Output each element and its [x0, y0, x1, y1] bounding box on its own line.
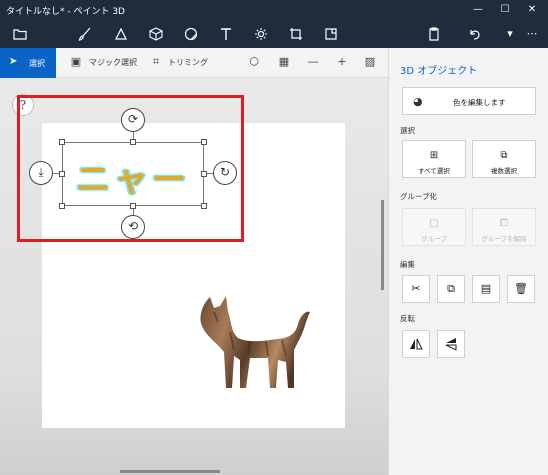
3d-shapes-icon[interactable]: [147, 25, 165, 43]
multi-select-icon: ⧉: [500, 150, 508, 161]
resize-handle[interactable]: [201, 171, 207, 177]
ungroup-label: グループを解除: [481, 235, 527, 243]
select-all-button[interactable]: ⊞ すべて選択: [402, 140, 466, 178]
cursor-icon: ➤: [9, 56, 18, 67]
selection-toolbar: ➤ 選択 ▣ マジック選択 ⌗ トリミング ⬡ ▦ — + ▨: [0, 48, 388, 78]
text-icon[interactable]: [217, 25, 235, 43]
canvas-icon[interactable]: [287, 25, 305, 43]
image-zoom-icon[interactable]: ▨: [363, 55, 377, 69]
crop-button[interactable]: トリミング: [168, 57, 208, 68]
resize-handle[interactable]: [130, 203, 136, 209]
horizontal-scrollbar[interactable]: [120, 470, 220, 473]
3d-view-icon[interactable]: ⬡: [247, 55, 261, 69]
select-label: 選択: [29, 59, 45, 68]
section-select-label: 選択: [400, 126, 415, 135]
undo-icon[interactable]: [466, 25, 484, 43]
brushes-icon[interactable]: [76, 25, 94, 43]
paste-button[interactable]: ▤: [472, 275, 500, 303]
section-group-label: グループ化: [400, 192, 438, 201]
ungroup-button[interactable]: ⧠ グループを解除: [472, 208, 536, 246]
panel-title: 3D オブジェクト: [400, 66, 478, 77]
section-edit-label: 編集: [400, 260, 415, 269]
multi-select-label: 複数選択: [491, 167, 517, 175]
rotate-x-icon[interactable]: ⟲: [121, 215, 145, 239]
title-bar: タイトルなし* - ペイント 3D — ☐ ✕: [0, 0, 548, 20]
window-title: タイトルなし* - ペイント 3D: [6, 7, 125, 17]
palette-icon: ◕: [413, 95, 423, 108]
cat-3d-model[interactable]: [190, 292, 316, 396]
effects-icon[interactable]: [252, 25, 270, 43]
copy-button[interactable]: ⧉: [437, 275, 465, 303]
select-all-icon: ⊞: [429, 150, 439, 161]
minimize-button[interactable]: —: [467, 2, 489, 18]
flip-horizontal-button[interactable]: [402, 330, 430, 358]
grid-icon[interactable]: ▦: [277, 55, 291, 69]
group-button[interactable]: ▢ グループ: [402, 208, 466, 246]
history-dropdown-icon[interactable]: ▾: [501, 25, 519, 43]
resize-handle[interactable]: [59, 171, 65, 177]
flip-vertical-button[interactable]: [437, 330, 465, 358]
ungroup-icon: ⧠: [500, 218, 508, 229]
close-button[interactable]: ✕: [521, 2, 543, 18]
paste-icon: ▤: [480, 282, 492, 295]
magic-select-icon[interactable]: ▣: [69, 55, 83, 69]
cut-button[interactable]: ✂: [402, 275, 430, 303]
zoom-in-button[interactable]: +: [335, 55, 349, 69]
3d-text-object[interactable]: ニャー: [76, 152, 190, 201]
trash-icon: 🗑: [514, 282, 528, 295]
crop-icon[interactable]: ⌗: [149, 55, 163, 69]
cut-icon: ✂: [411, 282, 421, 295]
select-button[interactable]: ➤ 選択: [0, 48, 56, 78]
vertical-scrollbar[interactable]: [381, 200, 384, 290]
main-toolbar: ▾ ⋯: [0, 20, 548, 48]
multi-select-button[interactable]: ⧉ 複数選択: [472, 140, 536, 178]
section-flip-label: 反転: [400, 314, 415, 323]
flip-horizontal-icon: [410, 338, 423, 350]
resize-handle[interactable]: [130, 139, 136, 145]
3d-library-icon[interactable]: [322, 25, 340, 43]
rotate-z-icon[interactable]: ⟳: [121, 108, 145, 132]
rotate-y-icon[interactable]: ↻: [213, 161, 237, 185]
copy-icon: ⧉: [447, 282, 455, 295]
select-all-label: すべて選択: [418, 167, 450, 175]
magic-select-button[interactable]: マジック選択: [89, 57, 137, 68]
paste-icon[interactable]: [425, 25, 443, 43]
more-options-icon[interactable]: ⋯: [523, 25, 541, 43]
maximize-button[interactable]: ☐: [494, 2, 516, 18]
edit-color-label: 色を編集します: [453, 98, 506, 107]
stickers-icon[interactable]: [182, 25, 200, 43]
menu-folder-icon[interactable]: [11, 25, 29, 43]
resize-handle[interactable]: [201, 203, 207, 209]
depth-move-icon[interactable]: ⤓: [29, 161, 53, 185]
resize-handle[interactable]: [59, 203, 65, 209]
flip-vertical-icon: [445, 338, 457, 351]
group-label: グループ: [421, 235, 447, 243]
2d-shapes-icon[interactable]: [112, 25, 130, 43]
delete-button[interactable]: 🗑: [507, 275, 535, 303]
resize-handle[interactable]: [59, 139, 65, 145]
resize-handle[interactable]: [201, 139, 207, 145]
zoom-out-button[interactable]: —: [306, 55, 320, 69]
group-icon: ▢: [429, 218, 439, 229]
properties-panel: 3D オブジェクト ◕ 色を編集します 選択 ⊞ すべて選択 ⧉ 複数選択 グル…: [388, 48, 548, 475]
edit-color-button[interactable]: ◕ 色を編集します: [402, 87, 536, 115]
